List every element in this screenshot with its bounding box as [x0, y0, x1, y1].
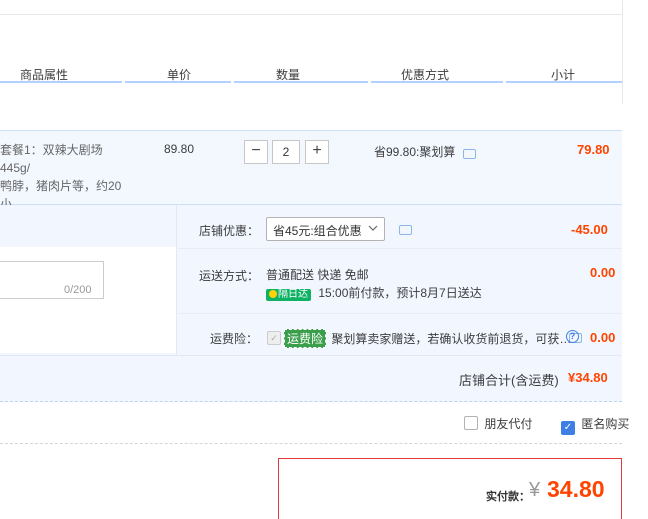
- item-subtotal: 79.80: [577, 142, 610, 157]
- item-props-line: 套餐1：双辣大剧场445g/: [0, 143, 103, 175]
- chevron-down-icon: [368, 225, 378, 231]
- shipping-label: 运送方式：: [199, 269, 260, 283]
- friend-pay-option[interactable]: 朋友代付: [464, 415, 532, 432]
- insurance-tag: 运费险: [284, 329, 327, 348]
- chat-icon[interactable]: [399, 225, 412, 235]
- quantity-input[interactable]: 2: [272, 140, 300, 164]
- item-props: 套餐1：双辣大剧场445g/ 鸭脖，猪肉片等，约20小: [0, 141, 130, 213]
- insurance-label: 运费险：: [210, 332, 259, 346]
- shipping-eta-row: 隔日达 15:00前付款，预计8月7日送达: [266, 284, 482, 301]
- anonymous-label: 匿名购买: [581, 417, 630, 431]
- header-underline: [371, 81, 503, 83]
- anonymous-checkbox[interactable]: ✓: [561, 421, 575, 435]
- promo-text: 省99.80:聚划算: [374, 145, 456, 159]
- row-divider: [178, 248, 622, 249]
- quantity-stepper: − 2 +: [244, 140, 330, 164]
- chat-icon[interactable]: [462, 149, 476, 159]
- header-underline: [125, 81, 231, 83]
- row-divider: [178, 313, 622, 314]
- shipping-value: 0.00: [590, 265, 616, 280]
- insurance-checkbox[interactable]: ✓: [267, 331, 281, 345]
- next-day-badge-text: 隔日达: [278, 289, 308, 300]
- friend-pay-checkbox[interactable]: [464, 416, 478, 430]
- header-underline: [234, 81, 368, 83]
- decrease-button[interactable]: −: [244, 140, 268, 164]
- payment-amount: 34.80: [547, 476, 605, 502]
- header-underline: [0, 81, 122, 83]
- item-promo: 省99.80:聚划算: [374, 143, 476, 160]
- message-counter: 0/200: [64, 284, 92, 296]
- shipping-method: 普通配送 快递 免邮: [266, 268, 369, 282]
- lightning-icon: [269, 290, 277, 298]
- next-day-badge: 隔日达: [266, 289, 311, 301]
- shop-total-value: ¥34.80: [568, 370, 608, 385]
- payment-label: 实付款：: [486, 491, 530, 503]
- discount-select-value: 省45元:组合优惠: [273, 224, 362, 238]
- insurance-value: 0.00: [590, 330, 616, 345]
- insurance-row: 运费险 聚划算卖家赠送，若确认收货前退货，可获…: [284, 329, 571, 348]
- friend-pay-label: 朋友代付: [484, 417, 533, 431]
- discount-select[interactable]: 省45元:组合优惠: [266, 217, 385, 241]
- shipping-eta: 15:00前付款，预计8月7日送达: [318, 286, 482, 300]
- anonymous-option[interactable]: ✓ 匿名购买: [561, 415, 629, 435]
- discount-label: 店铺优惠：: [199, 224, 260, 238]
- header-underline: [506, 81, 622, 83]
- right-border: [622, 0, 623, 104]
- top-panel: [0, 0, 622, 15]
- shop-total-label: 店铺合计(含运费): [459, 373, 559, 388]
- increase-button[interactable]: +: [305, 140, 329, 164]
- insurance-text: 聚划算卖家赠送，若确认收货前退货，可获…: [331, 332, 572, 346]
- discount-value: -45.00: [571, 222, 608, 237]
- help-icon[interactable]: ?: [566, 330, 579, 343]
- item-price: 89.80: [164, 142, 195, 156]
- options-divider: [0, 443, 622, 444]
- payment-currency: ¥: [529, 479, 541, 501]
